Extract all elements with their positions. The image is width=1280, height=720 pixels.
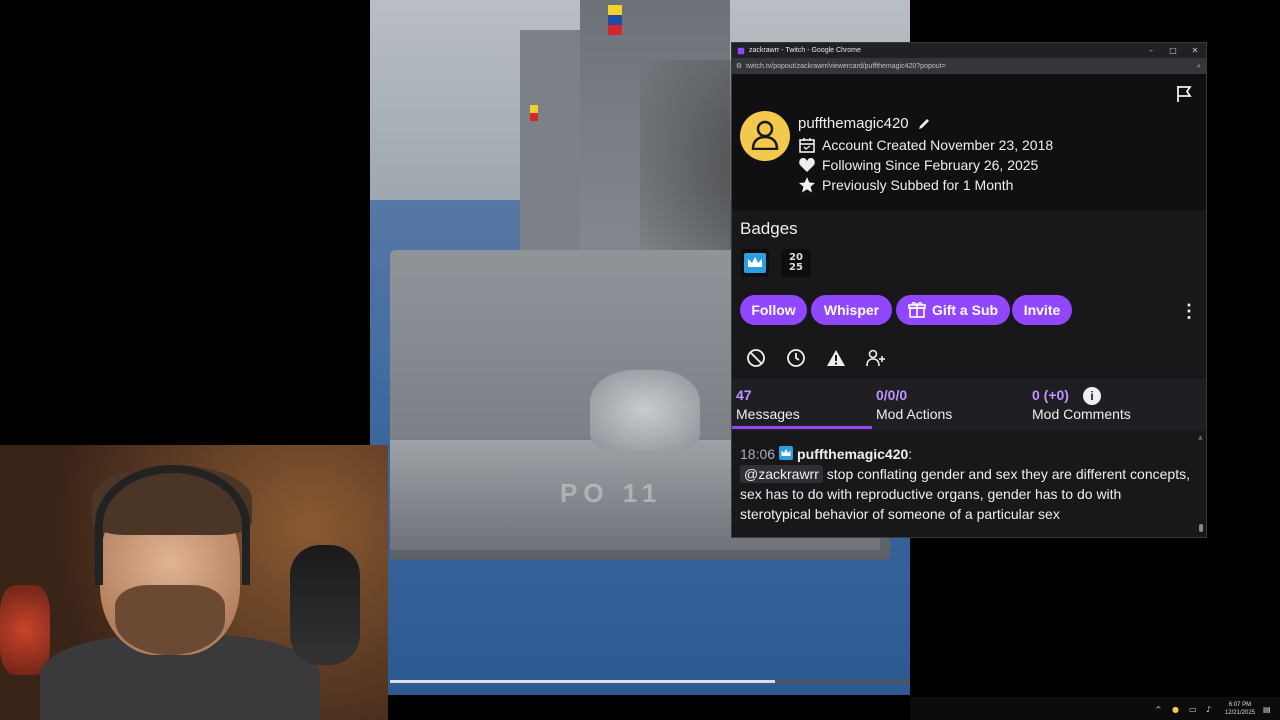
following-since-text: Following Since February 26, 2025 bbox=[822, 157, 1039, 173]
heart-icon bbox=[799, 158, 815, 172]
star-icon bbox=[799, 177, 815, 193]
mod-comments-label: Mod Comments bbox=[1032, 406, 1131, 422]
invite-button[interactable]: Invite bbox=[1012, 295, 1072, 325]
address-bar[interactable]: ⚙ twitch.tv/popout/zackrawrr/viewercard/… bbox=[732, 58, 1206, 74]
clock-time: 6:07 PM bbox=[1228, 702, 1252, 708]
message-mention[interactable]: @zackrawrr bbox=[740, 465, 823, 483]
close-button[interactable]: ✕ bbox=[1184, 46, 1206, 55]
crown-icon bbox=[744, 253, 766, 273]
hull-marking: PO 11 bbox=[560, 478, 663, 508]
twitch-logo-icon bbox=[737, 47, 745, 54]
network-icon[interactable]: ▭ bbox=[1189, 705, 1198, 714]
subscriber-badge[interactable] bbox=[741, 249, 769, 277]
year-badge-bottom: 25 bbox=[789, 262, 803, 273]
flag-small bbox=[530, 105, 538, 121]
timeout-clock-icon[interactable] bbox=[786, 348, 806, 368]
microphone bbox=[290, 545, 360, 665]
volume-icon[interactable]: ♪ bbox=[1206, 705, 1215, 714]
avatar[interactable] bbox=[740, 111, 790, 161]
add-mod-icon[interactable] bbox=[866, 348, 886, 368]
follow-button[interactable]: Follow bbox=[740, 295, 807, 325]
chat-scrollbar[interactable]: ▲ bbox=[1198, 434, 1203, 532]
streamer-beard bbox=[115, 585, 225, 655]
username-row: puffthemagic420 bbox=[798, 115, 931, 132]
flag-venezuela bbox=[608, 5, 622, 35]
video-progress-bar[interactable] bbox=[390, 680, 910, 683]
clock-date: 12/21/2025 bbox=[1224, 710, 1255, 716]
message-username[interactable]: puffthemagic420 bbox=[797, 446, 908, 462]
badges-heading: Badges bbox=[740, 219, 798, 238]
address-url[interactable]: twitch.tv/popout/zackrawrr/viewercard/pu… bbox=[746, 63, 1192, 70]
tray-app-icon[interactable]: ● bbox=[1172, 705, 1181, 714]
subbed-row: Previously Subbed for 1 Month bbox=[798, 176, 1013, 194]
taskbar-clock[interactable]: 6:07 PM 12/21/2025 bbox=[1225, 701, 1255, 717]
webcam-toy bbox=[0, 585, 50, 675]
account-created-row: Account Created November 23, 2018 bbox=[798, 136, 1053, 154]
video-progress-fill bbox=[390, 680, 775, 683]
report-flag-icon[interactable] bbox=[1174, 84, 1194, 104]
chat-message: 18:06 puffthemagic420: @zackrawrr stop co… bbox=[740, 444, 1190, 524]
headphones bbox=[95, 465, 250, 585]
warning-icon[interactable] bbox=[826, 348, 846, 368]
tab-mod-actions[interactable]: 0/0/0 Mod Actions bbox=[876, 387, 952, 422]
stats-tabs bbox=[732, 378, 1206, 431]
following-since-row: Following Since February 26, 2025 bbox=[798, 156, 1038, 174]
gift-icon bbox=[908, 302, 926, 318]
gift-sub-button[interactable]: Gift a Sub bbox=[896, 295, 1010, 325]
maximize-button[interactable]: □ bbox=[1162, 46, 1184, 55]
account-created-text: Account Created November 23, 2018 bbox=[822, 137, 1054, 153]
viewer-card-header: puffthemagic420 Account Created November… bbox=[732, 74, 1206, 210]
window-title: zackrawrr - Twitch - Google Chrome bbox=[749, 47, 861, 54]
message-timestamp: 18:06 bbox=[740, 446, 776, 462]
tab-messages[interactable]: 47 Messages bbox=[736, 387, 800, 422]
tab-mod-comments[interactable]: 0 (+0) Mod Comments bbox=[1032, 387, 1131, 422]
year-2025-badge[interactable]: 20 25 bbox=[781, 249, 811, 277]
mod-comments-count: 0 (+0) bbox=[1032, 387, 1069, 403]
system-tray: ^ ● ▭ ♪ 6:07 PM 12/21/2025 ▤ bbox=[1147, 701, 1272, 717]
stats-section: 47 Messages 0/0/0 Mod Actions 0 (+0) Mod… bbox=[732, 378, 1206, 537]
message-colon: : bbox=[908, 446, 913, 462]
edit-pencil-icon[interactable] bbox=[917, 117, 931, 131]
subscriber-badge-icon bbox=[779, 446, 794, 460]
viewer-card-window: zackrawrr - Twitch - Google Chrome – □ ✕… bbox=[732, 43, 1206, 537]
zoom-icon[interactable]: ⌕ bbox=[1192, 62, 1206, 71]
info-icon[interactable]: i bbox=[1083, 387, 1101, 405]
ship-mast bbox=[520, 30, 580, 260]
more-options-button[interactable]: ⋮ bbox=[1180, 301, 1198, 321]
tray-overflow-icon[interactable]: ^ bbox=[1155, 705, 1164, 714]
gift-sub-label: Gift a Sub bbox=[931, 302, 999, 318]
mod-actions-label: Mod Actions bbox=[876, 406, 953, 422]
calendar-icon bbox=[799, 138, 815, 153]
active-tab-indicator bbox=[732, 426, 872, 429]
taskbar: ^ ● ▭ ♪ 6:07 PM 12/21/2025 ▤ bbox=[910, 697, 1280, 720]
username[interactable]: puffthemagic420 bbox=[798, 115, 909, 132]
helicopter bbox=[590, 370, 700, 450]
webcam-feed bbox=[0, 445, 388, 720]
user-icon bbox=[751, 120, 779, 150]
minimize-button[interactable]: – bbox=[1140, 46, 1162, 55]
mod-actions-count: 0/0/0 bbox=[876, 387, 908, 403]
site-info-icon[interactable]: ⚙ bbox=[732, 62, 746, 70]
notification-icon[interactable]: ▤ bbox=[1263, 705, 1272, 714]
messages-label: Messages bbox=[736, 406, 800, 422]
window-titlebar[interactable]: zackrawrr - Twitch - Google Chrome – □ ✕ bbox=[732, 43, 1206, 58]
subbed-text: Previously Subbed for 1 Month bbox=[822, 177, 1014, 193]
ban-icon[interactable] bbox=[746, 348, 766, 368]
messages-count: 47 bbox=[736, 387, 752, 403]
whisper-button[interactable]: Whisper bbox=[811, 295, 892, 325]
scroll-up-arrow[interactable]: ▲ bbox=[1198, 434, 1203, 441]
scroll-thumb[interactable] bbox=[1199, 524, 1203, 532]
